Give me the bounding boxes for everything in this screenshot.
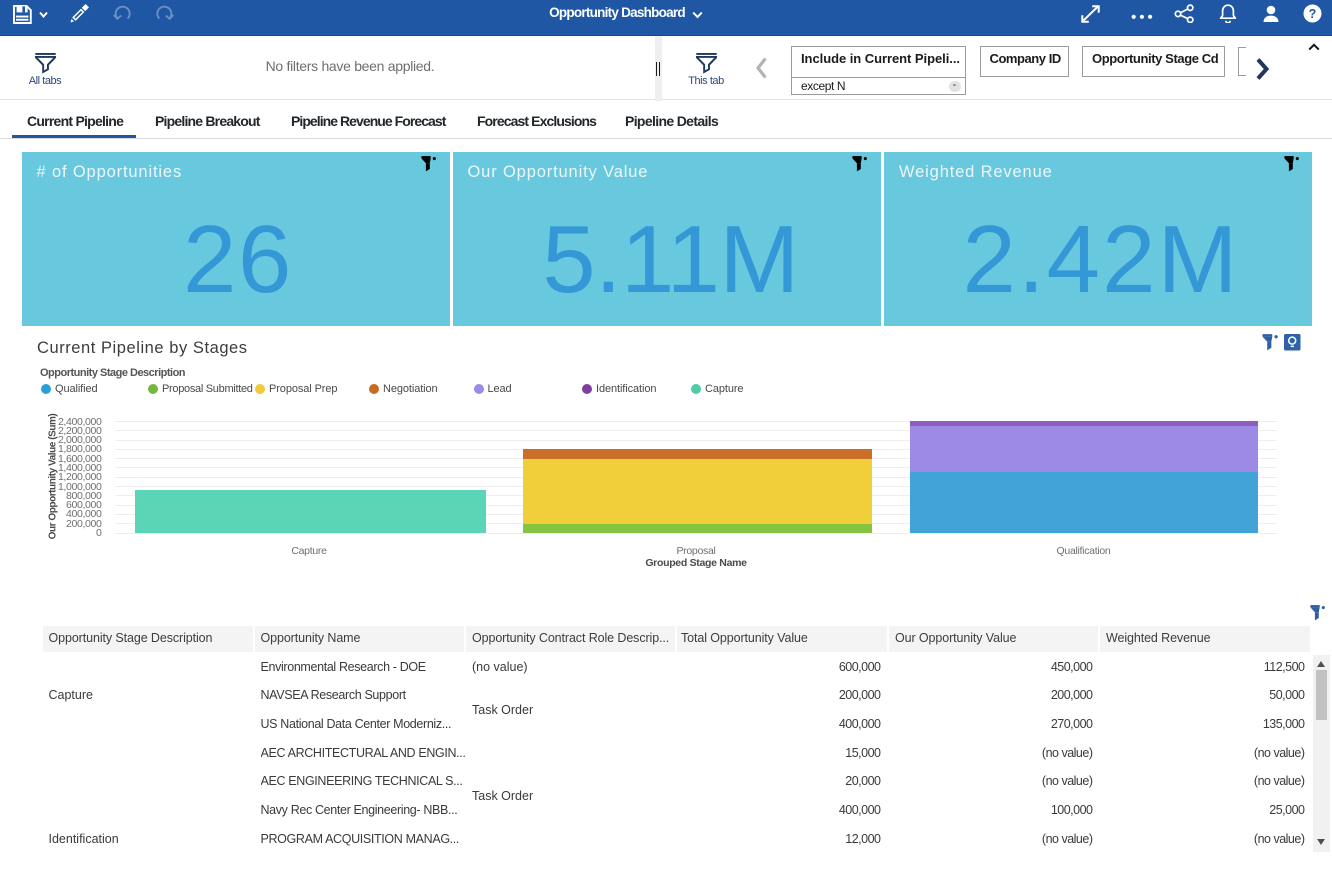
- svg-text:?: ?: [1309, 7, 1317, 21]
